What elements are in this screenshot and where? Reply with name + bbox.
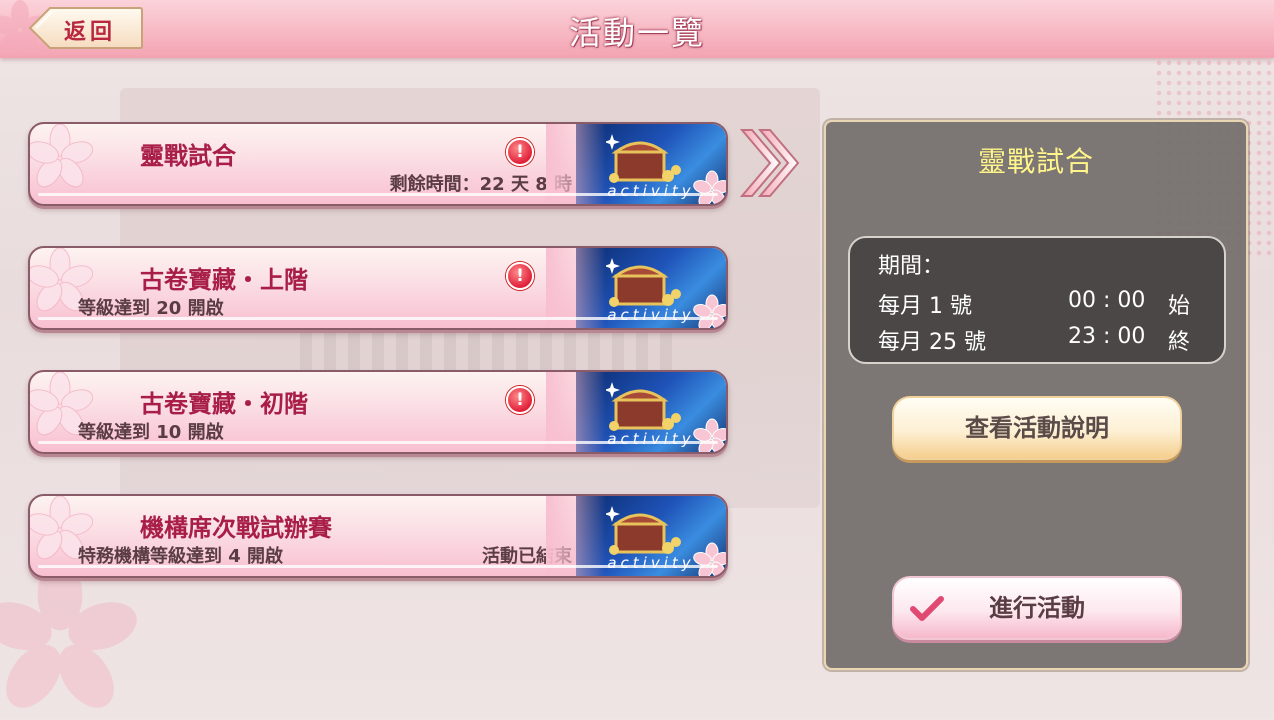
period-label: 期間： [878,254,945,279]
start-event-label: 進行活動 [989,594,1085,622]
treasure-chest-icon [606,506,681,555]
check-icon [910,596,944,621]
start-mark: 始 [1168,294,1191,319]
sakura-icon [693,542,726,576]
event-item-scroll-treasure-beginner[interactable]: 古卷寶藏・初階 等級達到 10 開啟 ! activity [28,370,728,454]
top-bar: 返回 活動一覽 [0,0,1274,58]
treasure-chest-icon [606,382,681,431]
detail-title: 靈戰試合 [977,145,1094,178]
alert-icon: ! [506,386,534,414]
event-name: 靈戰試合 [140,142,236,170]
page-title: 活動一覽 [568,14,705,52]
start-day: 每月 1 號 [878,294,972,319]
event-banner: activity [546,248,726,328]
period-start-row: 每月 1 號 00 : 00 始 [878,288,1198,319]
end-mark: 終 [1168,330,1191,355]
end-time: 23 : 00 [1068,324,1146,349]
event-detail-panel: 靈戰試合 期間： 每月 1 號 00 : 00 始 每月 25 號 23 : 0… [824,120,1248,670]
sakura-icon [30,124,94,188]
event-list: 靈戰試合 剩餘時間：22 天 8 時 ! activity 古卷寶藏・上階 等級… [28,122,728,618]
event-item-scroll-treasure-upper[interactable]: 古卷寶藏・上階 等級達到 20 開啟 ! activity [28,246,728,330]
treasure-chest-icon [606,134,681,183]
divider [38,441,718,444]
event-banner: activity [546,124,726,204]
divider [38,317,718,320]
alert-icon: ! [506,138,534,166]
event-name: 古卷寶藏・上階 [140,266,308,294]
sakura-icon [693,294,726,328]
end-day: 每月 25 號 [878,330,986,355]
period-end-row: 每月 25 號 23 : 00 終 [878,324,1198,355]
divider [38,193,718,196]
sakura-icon [693,170,726,204]
alert-icon: ! [506,262,534,290]
divider [38,565,718,568]
sakura-icon [693,418,726,452]
event-banner: activity [546,496,726,576]
start-event-button[interactable]: 進行活動 [892,576,1182,640]
event-banner: activity [546,372,726,452]
treasure-chest-icon [606,258,681,307]
event-item-agency-seat-battle[interactable]: 機構席次戰試辦賽 特務機構等級達到 4 開啟 活動已結束 activity [28,494,728,578]
view-event-info-button[interactable]: 查看活動說明 [892,396,1182,460]
event-name: 古卷寶藏・初階 [140,390,308,418]
event-name: 機構席次戰試辦賽 [140,514,332,542]
period-box: 期間： 每月 1 號 00 : 00 始 每月 25 號 23 : 00 終 [848,236,1226,364]
start-time: 00 : 00 [1068,288,1146,313]
double-chevron-right-icon [740,129,800,197]
event-item-ling-zhan[interactable]: 靈戰試合 剩餘時間：22 天 8 時 ! activity [28,122,728,206]
